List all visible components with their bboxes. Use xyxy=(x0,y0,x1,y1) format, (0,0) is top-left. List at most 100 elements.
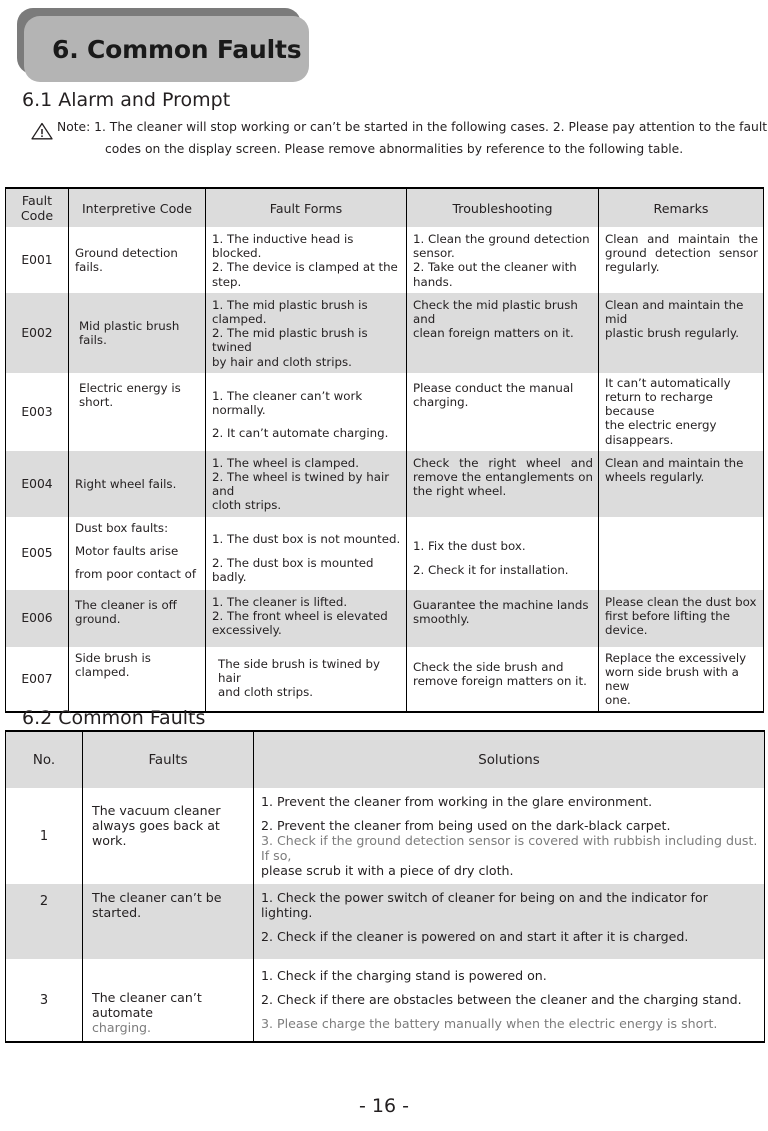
text-line: 1. The cleaner can’t work normally. xyxy=(212,389,363,418)
note-line-1: Note: 1. The cleaner will stop working o… xyxy=(57,120,768,134)
text-line: Guarantee the machine lands xyxy=(413,597,589,612)
cell-fault-code: E004 xyxy=(5,450,69,517)
text-line: one. xyxy=(605,693,631,708)
table-header-row: Fault Code Interpretive Code Fault Forms… xyxy=(5,188,764,227)
table-row: E004 Right wheel fails. 1. The wheel is … xyxy=(5,450,764,517)
text-line: 2. Take out the cleaner with xyxy=(413,260,577,275)
text-line: wheels regularly. xyxy=(605,470,705,485)
text-line: 2. Check it for installation. xyxy=(413,562,569,577)
table-row: E001 Ground detection fails. 1. The indu… xyxy=(5,227,764,293)
table-header-row: No. Faults Solutions xyxy=(5,731,765,788)
text-line: smoothly. xyxy=(413,611,470,626)
cell-fault-code: E001 xyxy=(5,227,69,293)
cell-troubleshooting: Check the right wheel and remove the ent… xyxy=(406,450,599,517)
cell-solutions: 1. Prevent the cleaner from working in t… xyxy=(253,788,765,884)
text-line: worn side brush with a new xyxy=(605,664,739,694)
text-line: 1. Check the power switch of cleaner for… xyxy=(261,890,708,920)
text-line: 2. The front wheel is elevated xyxy=(212,608,388,623)
cell-no: 3 xyxy=(5,959,83,1042)
text-line: Replace the excessively xyxy=(605,650,747,665)
text-line: 2. Check if there are obstacles between … xyxy=(261,992,742,1007)
text-line: Mid plastic brush fails. xyxy=(79,319,180,348)
text-line: Check the side brush and xyxy=(413,659,564,674)
page-number: - 16 - xyxy=(359,1095,409,1117)
text-line: 2. Check if the cleaner is powered on an… xyxy=(261,929,689,944)
text-line: 1. Check if the charging stand is powere… xyxy=(261,968,547,983)
cell-fault-forms: 1. The mid plastic brush is clamped. 2. … xyxy=(205,292,407,373)
text-line: sensor. xyxy=(413,246,455,261)
text-line: from poor contact of xyxy=(75,567,196,582)
text-line: always goes back at xyxy=(92,818,220,833)
column-header-troubleshooting: Troubleshooting xyxy=(406,188,599,227)
text-line: work. xyxy=(92,833,127,848)
text-line: Right wheel fails. xyxy=(75,477,177,492)
text-line: Electric energy is short. xyxy=(79,380,181,410)
cell-solutions: 1. Check the power switch of cleaner for… xyxy=(253,884,765,959)
cell-fault-code: E007 xyxy=(5,646,69,713)
text-line: clean foreign matters on it. xyxy=(413,326,574,341)
text-line: step. xyxy=(212,274,242,289)
text-line: started. xyxy=(92,905,142,920)
note-line-2: codes on the display screen. Please remo… xyxy=(105,142,684,156)
cell-fault-code: E006 xyxy=(5,589,69,647)
column-header-faults: Faults xyxy=(82,731,254,788)
text-line: Side brush is clamped. xyxy=(75,650,151,679)
text-line: device. xyxy=(605,623,648,638)
text-line: The cleaner can’t be xyxy=(92,890,222,905)
cell-remarks xyxy=(598,516,764,590)
cell-troubleshooting: Check the mid plastic brush and clean fo… xyxy=(406,292,599,373)
warning-triangle-icon xyxy=(31,122,53,140)
cell-fault-forms: 1. The cleaner can’t work normally. 2. I… xyxy=(205,372,407,451)
cell-fault-forms: 1. The dust box is not mounted. 2. The d… xyxy=(205,516,407,590)
text-line: 2. The dust box is mounted badly. xyxy=(212,555,374,584)
cell-remarks: It can’t automatically return to recharg… xyxy=(598,372,764,451)
text-line: excessively. xyxy=(212,623,282,638)
cell-fault-code: E003 xyxy=(5,372,69,451)
cell-troubleshooting: Check the side brush and remove foreign … xyxy=(406,646,599,713)
cell-fault-code: E005 xyxy=(5,516,69,590)
cell-interpretive-code: The cleaner is off ground. xyxy=(68,589,206,647)
text-block xyxy=(599,517,763,526)
text-line: first before lifting the xyxy=(605,608,730,623)
text-line: Dust box faults: xyxy=(75,520,169,535)
alarm-and-prompt-table: Fault Code Interpretive Code Fault Forms… xyxy=(5,187,764,714)
table-row: E002 Mid plastic brush fails. 1. The mid… xyxy=(5,292,764,373)
text-line: hands. xyxy=(413,274,453,289)
text-line: 3. Check if the ground detection sensor … xyxy=(261,833,758,863)
text-line: 2. The wheel is twined by hair and xyxy=(212,470,390,499)
column-header-interpretive-code: Interpretive Code xyxy=(68,188,206,227)
text-line: Check the mid plastic brush and xyxy=(413,297,578,327)
text-line: Please conduct the manual xyxy=(413,380,574,395)
text-line: remove foreign matters on it. xyxy=(413,673,587,688)
cell-remarks: Please clean the dust box first before l… xyxy=(598,589,764,647)
cell-troubleshooting: Please conduct the manual charging. xyxy=(406,372,599,451)
text-line: Please clean the dust box xyxy=(605,594,757,609)
cell-troubleshooting: 1. Clean the ground detection sensor. 2.… xyxy=(406,227,599,293)
column-header-fault-code: Fault Code xyxy=(5,188,69,227)
text-line: plastic brush regularly. xyxy=(605,326,739,341)
cell-troubleshooting: Guarantee the machine lands smoothly. xyxy=(406,589,599,647)
cell-fault-code: E002 xyxy=(5,292,69,373)
text-line: 2. The device is clamped at the xyxy=(212,260,398,275)
column-header-fault-forms: Fault Forms xyxy=(205,188,407,227)
table-row: E005 Dust box faults: Motor faults arise… xyxy=(5,516,764,590)
text-line: Clean and maintain the xyxy=(605,455,744,470)
text-line: please scrub it with a piece of dry clot… xyxy=(261,863,514,878)
cell-no: 1 xyxy=(5,788,83,884)
cell-interpretive-code: Side brush is clamped. xyxy=(68,646,206,713)
cell-remarks: Replace the excessively worn side brush … xyxy=(598,646,764,713)
text-line: clamped. xyxy=(212,312,267,327)
column-header-solutions: Solutions xyxy=(253,731,765,788)
chapter-banner: 6. Common Faults xyxy=(17,8,309,82)
cell-fault-forms: 1. The inductive head is blocked. 2. The… xyxy=(205,227,407,293)
text-block: Check the right wheel and remove the ent… xyxy=(413,455,593,499)
text-line: return to recharge because xyxy=(605,390,713,419)
text-line: charging. xyxy=(92,1020,152,1035)
text-line: cloth strips. xyxy=(212,498,282,513)
text-line: 1. The mid plastic brush is xyxy=(212,297,368,312)
chapter-title: 6. Common Faults xyxy=(52,34,302,64)
cell-fault: The cleaner can’t be started. xyxy=(82,884,254,959)
cell-remarks: Clean and maintain the mid plastic brush… xyxy=(598,292,764,373)
column-header-remarks: Remarks xyxy=(598,188,764,227)
table-row: 3 The cleaner can’t automate charging. 1… xyxy=(5,959,765,1042)
